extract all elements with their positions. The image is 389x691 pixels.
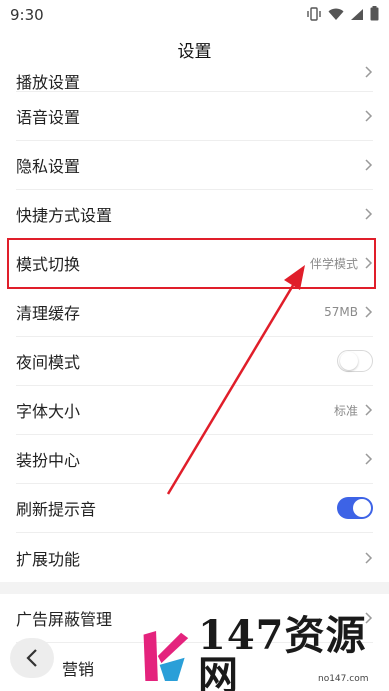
row-label: 夜间模式: [16, 353, 81, 372]
row-label: 营销: [62, 659, 95, 679]
row-right: [364, 158, 373, 172]
chevron-right-icon: [365, 551, 373, 564]
settings-row-dress-center[interactable]: 装扮中心: [16, 435, 373, 484]
chevron-right-icon: [365, 257, 373, 269]
chevron-right-icon: [365, 453, 373, 465]
cache-size-value: 57MB: [324, 305, 358, 319]
row-right: [364, 65, 373, 79]
row-right: [364, 551, 373, 565]
row-right: [364, 207, 373, 221]
settings-row-shortcut[interactable]: 快捷方式设置: [16, 190, 373, 239]
settings-row-refresh-sound: 刷新提示音: [16, 484, 373, 533]
settings-row-clear-cache[interactable]: 清理缓存 57MB: [16, 288, 373, 337]
settings-row-font-size[interactable]: 字体大小 标准: [16, 386, 373, 435]
settings-row-mode-switch[interactable]: 模式切换 伴学模式: [16, 239, 373, 288]
row-label: 语音设置: [16, 108, 81, 127]
chevron-right-icon: [365, 110, 373, 122]
wifi-icon: [328, 6, 344, 25]
watermark-logo-icon: [143, 631, 189, 681]
row-label: 扩展功能: [16, 549, 81, 569]
chevron-right-icon: [365, 159, 373, 171]
row-right: [337, 350, 373, 372]
settings-row-playback[interactable]: 播放设置: [16, 43, 373, 92]
row-right: 57MB: [324, 305, 373, 319]
row-right: [364, 452, 373, 466]
battery-icon: [370, 5, 379, 25]
back-button[interactable]: [10, 638, 54, 678]
row-label: 隐私设置: [16, 157, 81, 176]
mode-value: 伴学模式: [309, 256, 358, 271]
toggle-knob: [340, 351, 358, 370]
row-label: 字体大小: [16, 402, 81, 421]
watermark-subtext: no147.com: [318, 674, 369, 684]
row-label: 快捷方式设置: [16, 206, 113, 225]
refresh-sound-toggle[interactable]: [337, 497, 373, 519]
settings-row-privacy[interactable]: 隐私设置: [16, 141, 373, 190]
chevron-right-icon: [365, 208, 373, 220]
section-divider: [0, 582, 389, 594]
settings-list: 播放设置 语音设置 隐私设置 快捷方式设置 模式切换 伴学模式 清理缓存 57M…: [0, 43, 389, 691]
row-right: [337, 497, 373, 519]
vibrate-icon: [306, 6, 322, 25]
toggle-knob: [353, 499, 371, 517]
row-label: 刷新提示音: [16, 500, 97, 519]
chevron-right-icon: [365, 66, 373, 78]
night-mode-toggle[interactable]: [337, 350, 373, 372]
chevron-right-icon: [365, 404, 373, 416]
status-bar: 9:30: [0, 0, 389, 30]
row-right: [364, 109, 373, 123]
signal-icon: [350, 6, 364, 25]
chevron-right-icon: [365, 306, 373, 318]
row-label: 广告屏蔽管理: [16, 610, 113, 629]
row-label: 清理缓存: [16, 304, 81, 323]
status-icons: [306, 5, 379, 25]
status-time: 9:30: [10, 6, 44, 24]
row-right: 伴学模式: [310, 255, 373, 272]
row-label: 装扮中心: [16, 451, 81, 470]
settings-row-night-mode: 夜间模式: [16, 337, 373, 386]
settings-row-voice[interactable]: 语音设置: [16, 92, 373, 141]
settings-row-extensions[interactable]: 扩展功能: [16, 533, 373, 582]
row-right: 标准: [334, 402, 373, 419]
watermark: 147资源网 no147.com: [140, 616, 385, 691]
font-size-value: 标准: [333, 403, 358, 418]
row-label: 模式切换: [16, 255, 81, 274]
row-label: 播放设置: [16, 73, 81, 92]
chevron-left-icon: [26, 649, 37, 667]
